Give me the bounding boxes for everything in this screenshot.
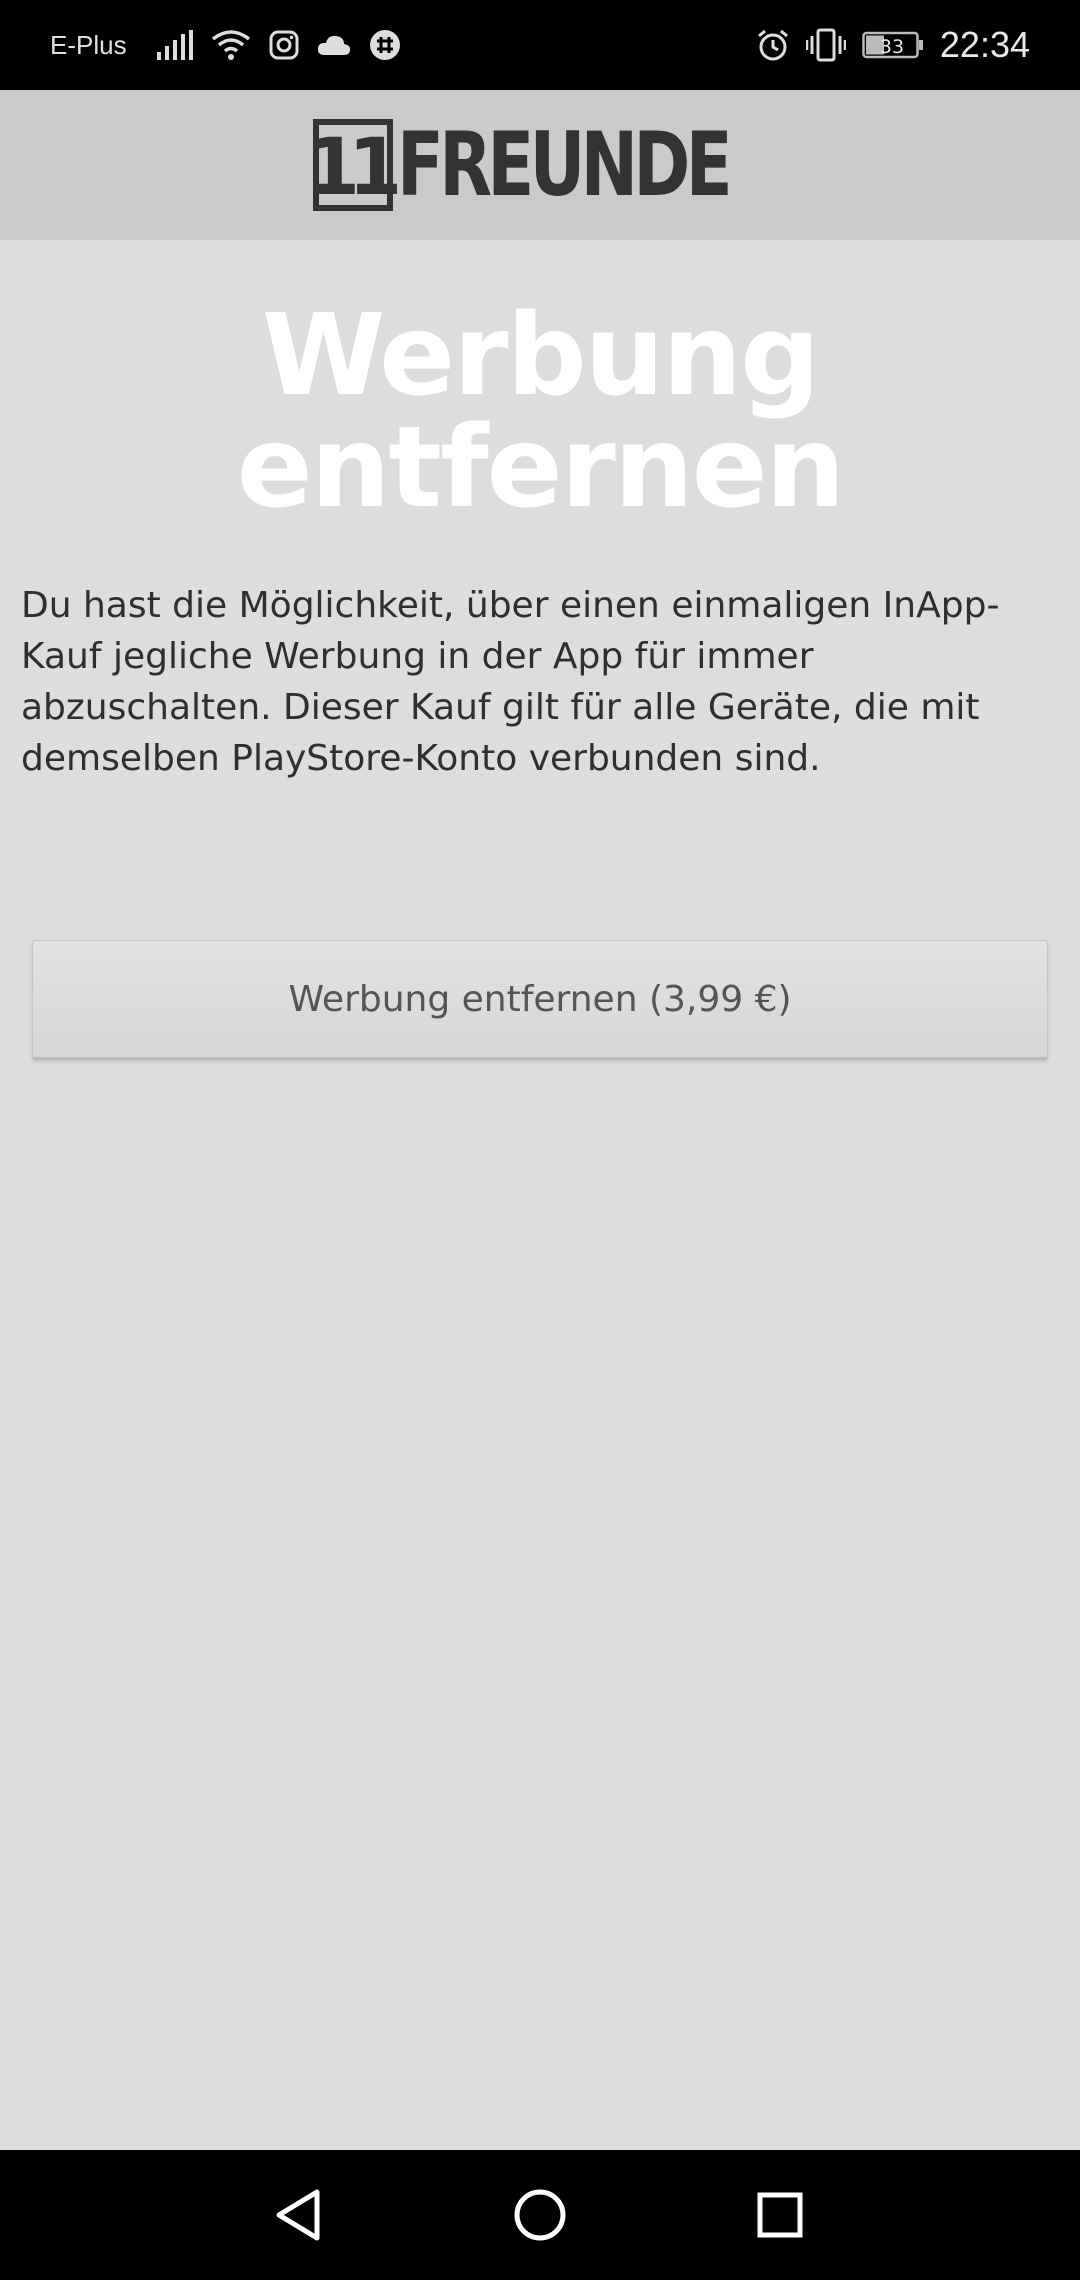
app-header: 11 FREUNDE	[0, 90, 1080, 240]
logo-text: FREUNDE	[397, 113, 733, 216]
page-title: Werbung entfernen	[236, 291, 846, 533]
battery-level: 33	[880, 36, 904, 58]
description-text: Du hast die Möglichkeit, über einen einm…	[21, 585, 1000, 779]
remove-ads-purchase-button[interactable]: Werbung entfernen (3,99 €)	[32, 940, 1048, 1060]
carrier-label: E-Plus	[50, 29, 127, 60]
vibrate-icon	[805, 28, 846, 62]
wifi-icon	[211, 29, 251, 61]
clock: 22:34	[939, 24, 1030, 65]
signal-icon	[155, 30, 193, 60]
battery-icon: 33	[862, 30, 924, 60]
instagram-icon	[269, 30, 299, 60]
app-logo: 11 FREUNDE	[306, 113, 767, 216]
status-bar: E-Plus 33 22:34	[0, 0, 1080, 90]
cloud-icon	[317, 33, 351, 57]
home-icon[interactable]	[505, 2180, 575, 2250]
navigation-bar	[0, 2150, 1080, 2280]
recents-icon[interactable]	[745, 2180, 815, 2250]
slack-icon	[369, 29, 401, 61]
alarm-icon	[756, 28, 790, 62]
logo-number: 11	[306, 119, 402, 211]
back-icon[interactable]	[265, 2180, 335, 2250]
